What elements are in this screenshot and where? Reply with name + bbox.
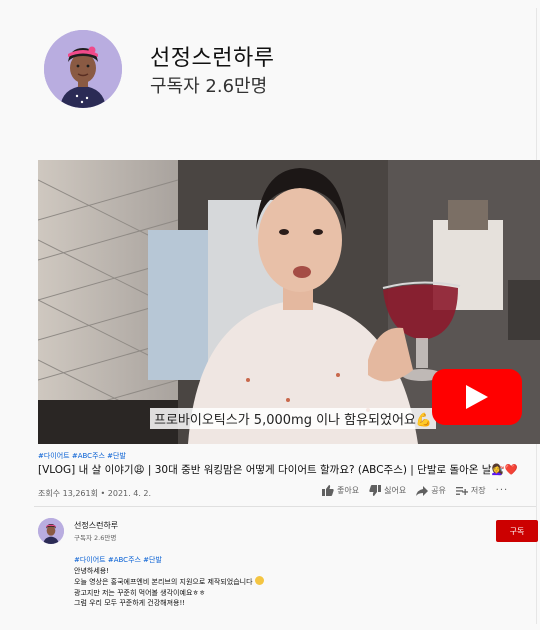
thumbs-up-icon [322, 485, 334, 496]
channel-subscriber-count: 구독자 2.6만명 [150, 76, 268, 97]
share-label: 공유 [431, 486, 446, 495]
video-action-bar: 좋아요 싫어요 공유 저장 ··· [322, 485, 508, 496]
description-line: 그럼 우리 모두 꾸준하게 건강해져용!! [74, 599, 186, 607]
video-view-count-date: 조회수 13,261회 • 2021. 4. 2. [38, 489, 152, 498]
description-line: 광고지만 저는 꾸준히 먹어볼 생각이예요ㅎㅎ [74, 588, 206, 597]
smile-emoji-icon [254, 576, 264, 585]
owner-avatar-illustration [38, 518, 64, 544]
description-line-text: 오늘 영상은 홍국에프엔비 본리브의 지원으로 제작되었습니다 [74, 578, 253, 586]
share-button[interactable]: 공유 [416, 485, 446, 496]
avatar-illustration [44, 30, 122, 108]
channel-name[interactable]: 선정스런하루 [150, 40, 274, 72]
share-icon [416, 485, 429, 496]
description-line: 오늘 영상은 홍국에프엔비 본리브의 지원으로 제작되었습니다 [74, 576, 264, 588]
video-description: #다이어트 #ABC주스 #단발 안녕하세용! 오늘 영상은 홍국에프엔비 본리… [74, 555, 264, 609]
channel-avatar[interactable] [44, 30, 122, 108]
description-hashtags[interactable]: #다이어트 #ABC주스 #단발 [74, 555, 264, 566]
more-actions-button[interactable]: ··· [496, 485, 509, 496]
save-label: 저장 [470, 486, 486, 495]
section-divider [34, 506, 536, 507]
description-line: 안녕하세용! [74, 566, 110, 575]
play-icon [466, 385, 488, 409]
dislike-label: 싫어요 [384, 486, 407, 495]
video-hashtags[interactable]: #다이어트 #ABC주스 #단발 [38, 451, 126, 461]
like-label: 좋아요 [337, 486, 360, 495]
owner-subscriber-count: 구독자 2.6만명 [74, 534, 117, 542]
playlist-add-icon [455, 486, 468, 495]
subscribe-button[interactable]: 구독 [496, 520, 538, 542]
more-icon: ··· [495, 485, 509, 496]
owner-channel-name[interactable]: 선정스런하루 [74, 520, 118, 531]
dislike-button[interactable]: 싫어요 [369, 485, 406, 496]
video-title: [VLOG] 내 살 이야기😩 | 30대 중반 워킹맘은 어떻게 다이어트 할… [38, 464, 518, 476]
video-caption-subtitle: 프로바이오틱스가 5,000mg 이나 함유되었어요💪 [150, 408, 437, 429]
owner-avatar[interactable] [38, 518, 64, 544]
play-button[interactable] [432, 369, 522, 425]
thumbs-down-icon [369, 485, 382, 496]
save-button[interactable]: 저장 [455, 485, 486, 496]
like-button[interactable]: 좋아요 [322, 485, 359, 496]
